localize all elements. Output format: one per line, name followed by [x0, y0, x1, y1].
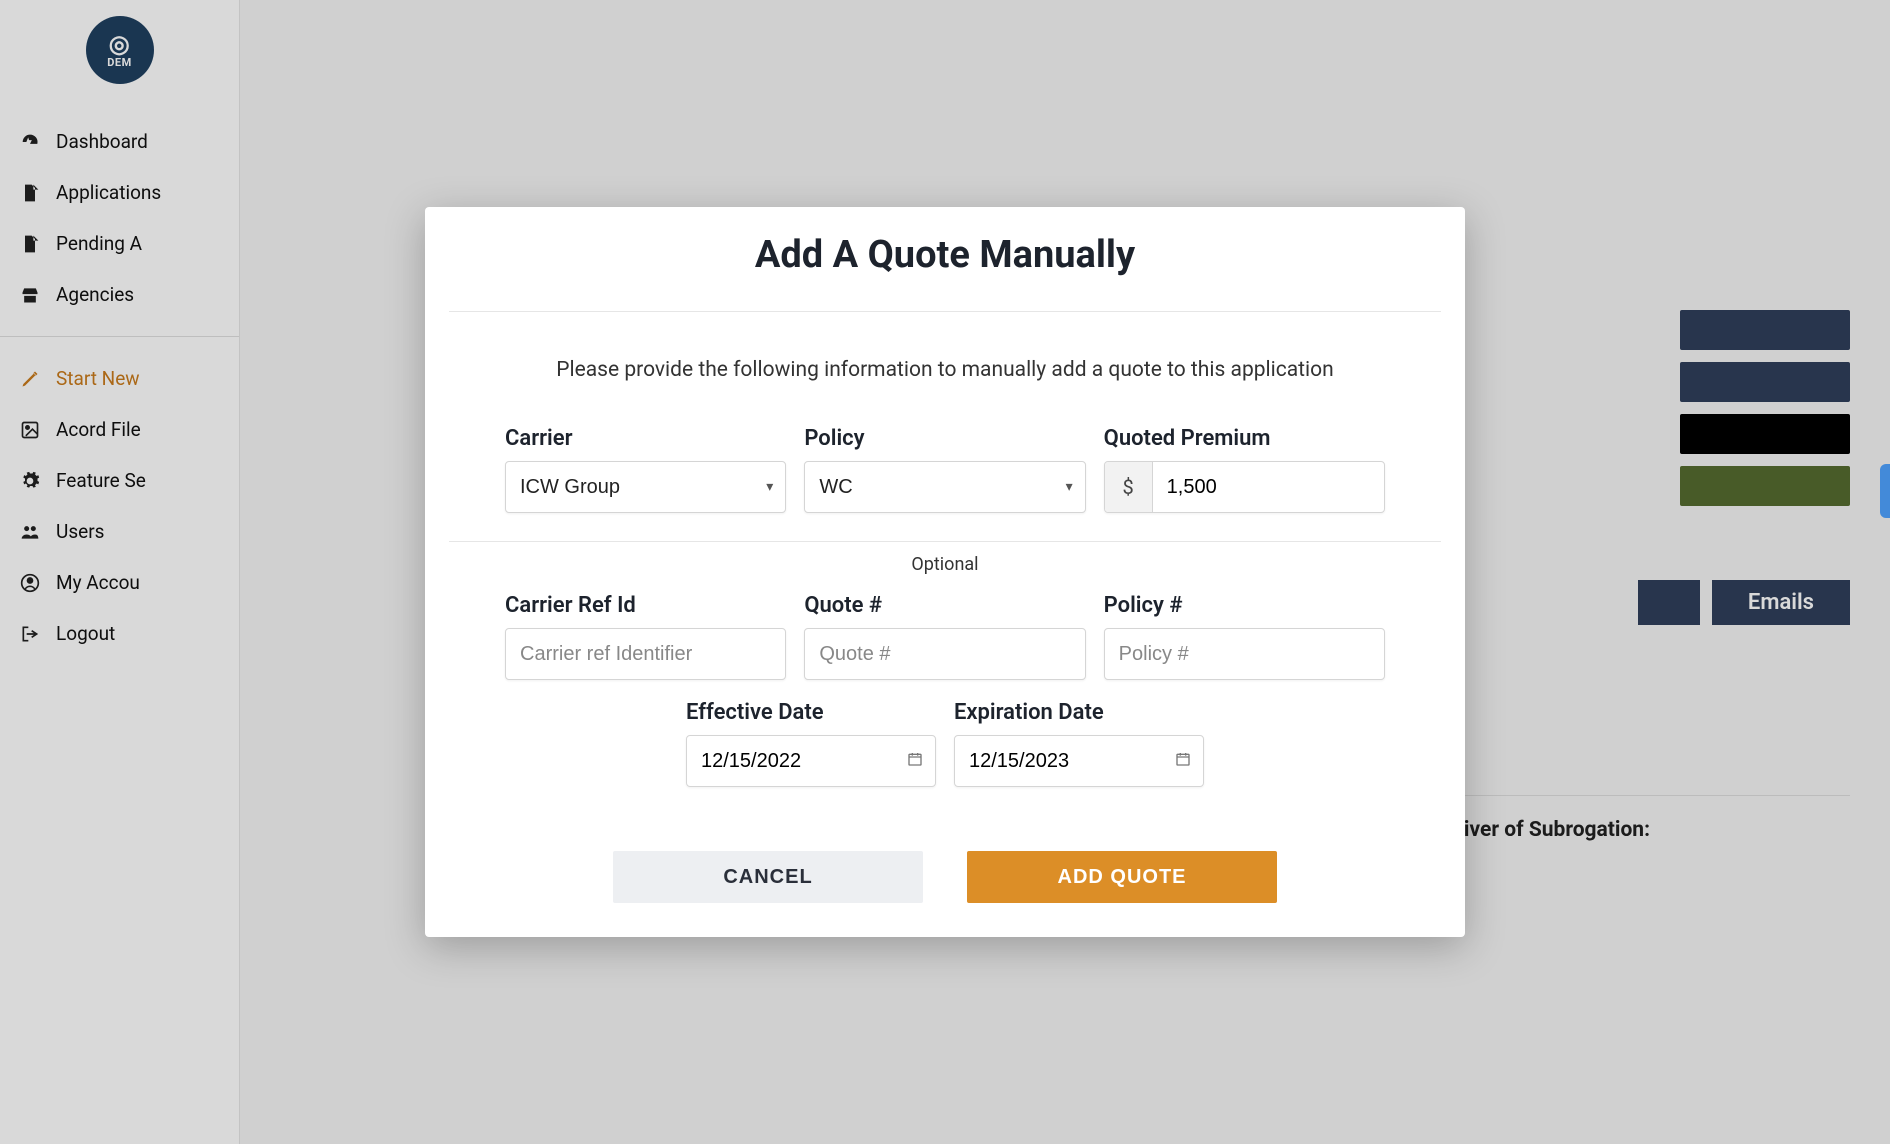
modal-actions: CANCEL ADD QUOTE [425, 787, 1465, 921]
carrier-field: Carrier ▾ [505, 426, 786, 513]
effective-date-field: Effective Date [686, 700, 936, 787]
add-quote-modal: Add A Quote Manually Please provide the … [425, 207, 1465, 937]
premium-input[interactable] [1167, 462, 1370, 512]
expiration-date-input[interactable] [969, 750, 1189, 773]
dates-row: Effective Date Expiration Date [425, 680, 1465, 787]
add-quote-button[interactable]: ADD QUOTE [967, 851, 1277, 903]
policy-select[interactable]: ▾ [804, 461, 1085, 513]
premium-label: Quoted Premium [1104, 426, 1385, 451]
policy-number-input-wrap[interactable] [1104, 628, 1385, 680]
effective-date-input-wrap[interactable] [686, 735, 936, 787]
currency-prefix: $ [1105, 462, 1153, 512]
policy-number-input[interactable] [1119, 643, 1370, 666]
policy-label: Policy [804, 426, 1085, 451]
carrier-ref-label: Carrier Ref Id [505, 593, 786, 618]
form-row-optional: Carrier Ref Id Quote # Policy # [425, 593, 1465, 680]
expiration-date-field: Expiration Date [954, 700, 1204, 787]
modal-title: Add A Quote Manually [425, 207, 1465, 311]
expiration-date-label: Expiration Date [954, 700, 1204, 725]
cancel-button[interactable]: CANCEL [613, 851, 923, 903]
carrier-ref-field: Carrier Ref Id [505, 593, 786, 680]
policy-number-field: Policy # [1104, 593, 1385, 680]
quote-number-input-wrap[interactable] [804, 628, 1085, 680]
quote-number-input[interactable] [819, 643, 1070, 666]
policy-field: Policy ▾ [804, 426, 1085, 513]
carrier-value[interactable] [520, 476, 771, 499]
optional-section-label: Optional [425, 542, 1465, 593]
premium-input-group: $ [1104, 461, 1385, 513]
carrier-ref-input[interactable] [520, 643, 771, 666]
quote-number-field: Quote # [804, 593, 1085, 680]
quote-number-label: Quote # [804, 593, 1085, 618]
modal-subtitle: Please provide the following information… [425, 312, 1465, 426]
effective-date-label: Effective Date [686, 700, 936, 725]
policy-number-label: Policy # [1104, 593, 1385, 618]
effective-date-input[interactable] [701, 750, 921, 773]
carrier-ref-input-wrap[interactable] [505, 628, 786, 680]
form-row-primary: Carrier ▾ Policy ▾ Quoted Premium $ [425, 426, 1465, 513]
carrier-select[interactable]: ▾ [505, 461, 786, 513]
premium-field: Quoted Premium $ [1104, 426, 1385, 513]
policy-value[interactable] [819, 476, 1070, 499]
expiration-date-input-wrap[interactable] [954, 735, 1204, 787]
carrier-label: Carrier [505, 426, 786, 451]
